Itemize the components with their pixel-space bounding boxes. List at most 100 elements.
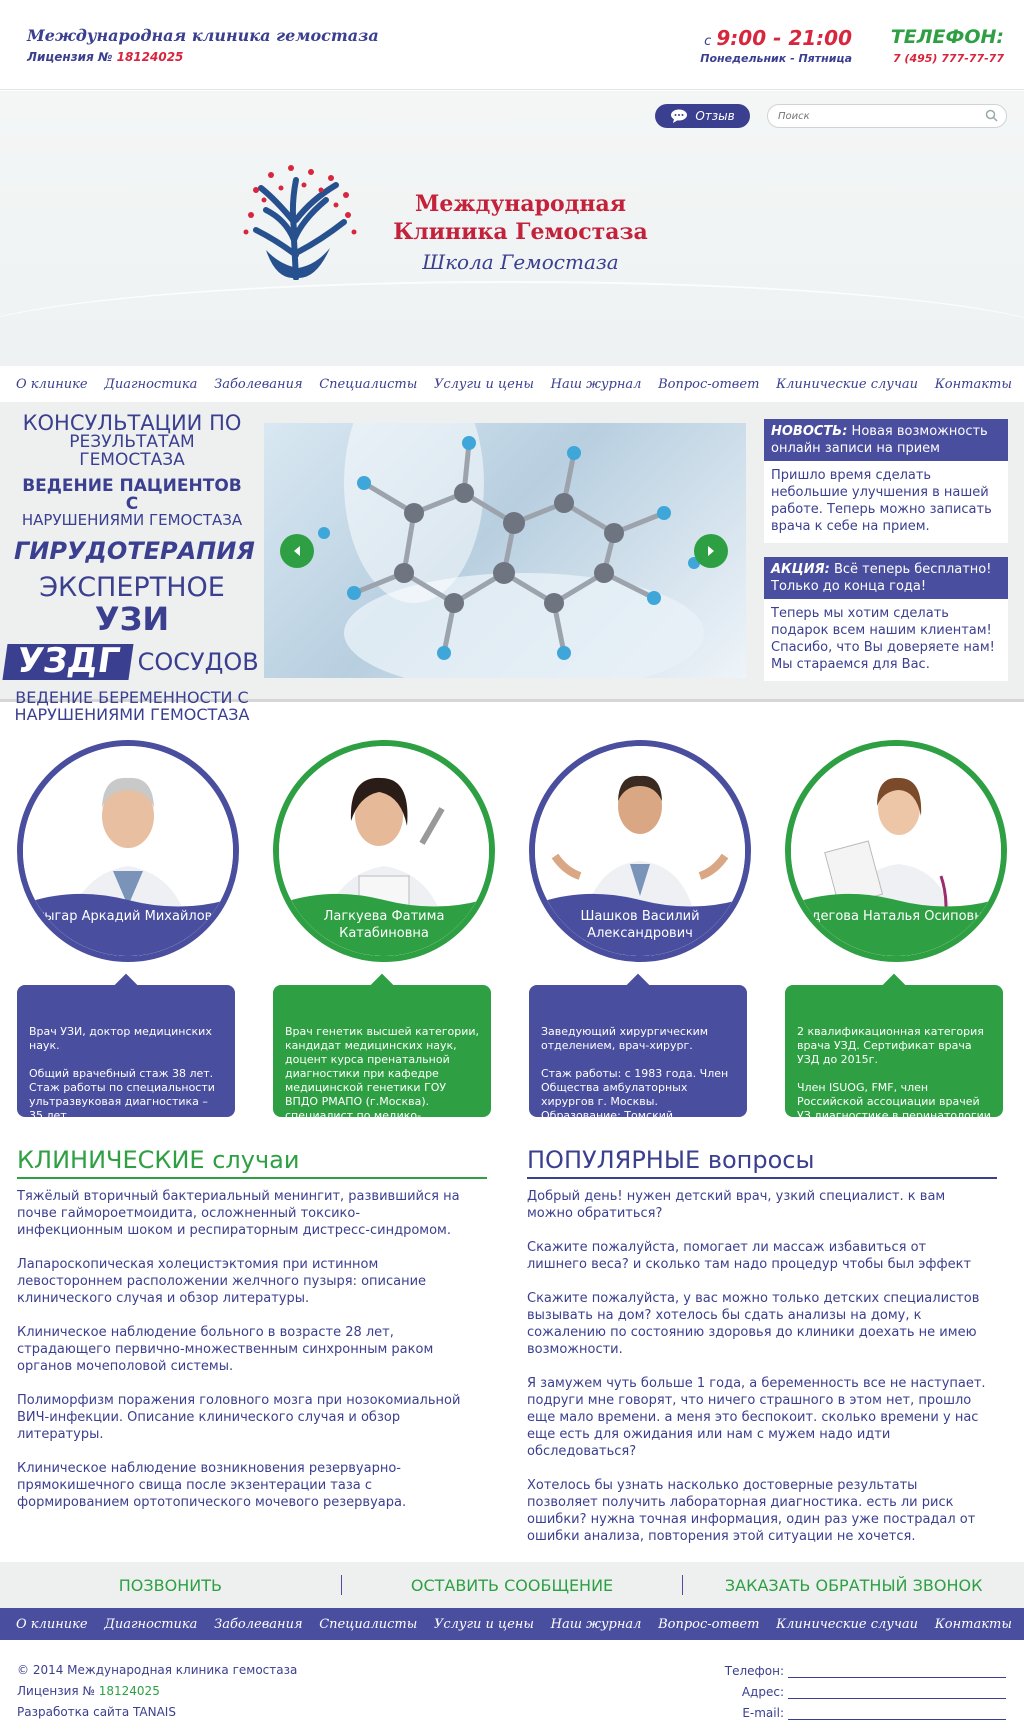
nav-item-qa[interactable]: Вопрос-ответ <box>658 1617 759 1632</box>
question-link[interactable]: Хотелось бы узнать насколько достоверные… <box>527 1477 987 1545</box>
nav-item-contacts[interactable]: Контакты <box>935 377 1012 392</box>
service-consultations[interactable]: КОНСУЛЬТАЦИИ ПО РЕЗУЛЬТАТАМ ГЕМОСТАЗА <box>14 412 250 470</box>
title-rest: вопросы <box>700 1146 815 1174</box>
phone-label: Телефон: <box>724 1664 784 1678</box>
service-tag: УЗДГ <box>2 641 135 681</box>
news-body: Пришло время сделать небольшие улучшения… <box>771 468 992 534</box>
title-rest: случаи <box>204 1146 300 1174</box>
nav-item-specialists[interactable]: Специалисты <box>319 377 417 392</box>
doctor-card-3[interactable]: Шашков Василий Александрович <box>529 740 751 962</box>
case-link[interactable]: Лапароскопическая холецистэктомия при ис… <box>17 1256 462 1307</box>
footer-license: Лицензия № 18124025 <box>17 1681 297 1702</box>
popular-questions-title: ПОПУЛЯРНЫЕ вопросы <box>527 1146 997 1179</box>
doctor-card-2[interactable]: Лагкуева Фатима Катабиновна <box>273 740 495 962</box>
logo-title: Международная Клиника Гемостаза <box>388 190 653 246</box>
services-list: КОНСУЛЬТАЦИИ ПО РЕЗУЛЬТАТАМ ГЕМОСТАЗА ВЕ… <box>2 412 259 724</box>
nav-item-cases[interactable]: Клинические случаи <box>776 377 918 392</box>
working-hours: с 9:00 - 21:00 Понедельник - Пятница <box>692 26 852 65</box>
footer-info: © 2014 Международная клиника гемостаза Л… <box>17 1660 297 1723</box>
bio-pointer <box>114 973 138 997</box>
question-link[interactable]: Я замужем чуть больше 1 года, а беременн… <box>527 1375 987 1460</box>
service-text: КОНСУЛЬТАЦИИ ПО <box>22 411 242 435</box>
doctor-bio-text: Врач УЗИ, доктор медицинских наук. Общий… <box>29 1025 215 1122</box>
leave-message-button[interactable]: ОСТАВИТЬ СООБЩЕНИЕ <box>342 1576 683 1595</box>
question-link[interactable]: Скажите пожалуйста, у вас можно только д… <box>527 1290 987 1358</box>
nav-item-services[interactable]: Услуги и цены <box>434 1617 534 1632</box>
doctor-card-4[interactable]: Одегова Наталья Осиповна <box>785 740 1007 962</box>
footer-phone-row: Телефон: <box>700 1658 1006 1678</box>
bio-pointer <box>882 973 906 997</box>
nav-item-diseases[interactable]: Заболевания <box>214 377 302 392</box>
license-number: 18124025 <box>98 1684 160 1698</box>
chat-bubble-icon <box>671 109 688 123</box>
phone-number[interactable]: 7 (495) 777-77-77 <box>870 52 1004 65</box>
doctor-card-1[interactable]: Стыгар Аркадий Михайлович <box>17 740 239 962</box>
news-header: НОВОСТЬ: Новая возможность онлайн записи… <box>764 419 1008 461</box>
nav-item-about[interactable]: О клинике <box>16 377 88 392</box>
service-doppler[interactable]: УЗДГ СОСУДОВ <box>2 641 259 681</box>
main-nav: О клинике Диагностика Заболевания Специа… <box>0 366 1024 402</box>
reviews-button[interactable]: Отзыв <box>655 104 750 128</box>
nav-item-journal[interactable]: Наш журнал <box>551 377 642 392</box>
slider-next-button[interactable] <box>694 534 728 568</box>
slider-prev-button[interactable] <box>280 534 314 568</box>
logo-subtitle: Школа Гемостаза <box>422 250 619 274</box>
service-text: НАРУШЕНИЯМИ ГЕМОСТАЗА <box>21 511 243 530</box>
copyright: © 2014 Международная клиника гемостаза <box>17 1663 298 1677</box>
nav-item-diseases[interactable]: Заболевания <box>214 1617 302 1632</box>
nav-item-services[interactable]: Услуги и цены <box>434 377 534 392</box>
logo-line-2: Клиника Гемостаза <box>393 219 648 245</box>
nav-item-cases[interactable]: Клинические случаи <box>776 1617 918 1632</box>
service-hirudotherapy[interactable]: ГИРУДОТЕРАПИЯ <box>14 538 255 564</box>
case-link[interactable]: Полиморфизм поражения головного мозга пр… <box>17 1392 462 1443</box>
doctor-bio: 2 квалификационная категория врача УЗД. … <box>785 973 1003 1136</box>
title-caps: КЛИНИЧЕСКИЕ <box>17 1146 205 1174</box>
news-body: Теперь мы хотим сделать подарок всем наш… <box>771 606 995 672</box>
service-pregnancy[interactable]: ВЕДЕНИЕ БЕРЕМЕННОСТИ С НАРУШЕНИЯМИ ГЕМОС… <box>14 689 250 724</box>
footer-address-row: Адрес: <box>700 1679 1006 1699</box>
nav-item-diagnostics[interactable]: Диагностика <box>104 377 197 392</box>
case-link[interactable]: Клиническое наблюдение возникновения рез… <box>17 1460 462 1511</box>
doctor-name: Одегова Наталья Осиповна <box>801 909 991 924</box>
phone-field <box>788 1664 1006 1678</box>
doctor-bio-text: Заведующий хирургическим отделением, вра… <box>541 1025 729 1136</box>
nav-item-about[interactable]: О клинике <box>16 1617 88 1632</box>
search-input[interactable] <box>778 108 978 124</box>
doctor-bio: Врач генетик высшей категории, кандидат … <box>273 973 491 1150</box>
service-text: СОСУДОВ <box>137 647 259 676</box>
nav-item-specialists[interactable]: Специалисты <box>319 1617 417 1632</box>
clinic-logo-icon <box>243 165 357 280</box>
question-link[interactable]: Добрый день! нужен детский врач, узкий с… <box>527 1188 987 1222</box>
popular-questions-list: Добрый день! нужен детский врач, узкий с… <box>527 1188 987 1562</box>
reviews-label: Отзыв <box>695 109 735 123</box>
service-expert-ultrasound[interactable]: ЭКСПЕРТНОЕ УЗИ <box>14 574 250 636</box>
chevron-left-icon <box>294 546 300 556</box>
nav-item-journal[interactable]: Наш журнал <box>551 1617 642 1632</box>
footer-nav: О клинике Диагностика Заболевания Специа… <box>0 1608 1024 1640</box>
doctor-name: Стыгар Аркадий Михайлович <box>27 909 229 924</box>
case-link[interactable]: Тяжёлый вторичный бактериальный менингит… <box>17 1188 462 1239</box>
license-label: Лицензия № <box>27 50 113 64</box>
call-button[interactable]: ПОЗВОНИТЬ <box>0 1576 341 1595</box>
license-line: Лицензия № 18124025 <box>27 50 183 64</box>
service-text: УЗИ <box>94 599 170 638</box>
request-callback-button[interactable]: ЗАКАЗАТЬ ОБРАТНЫЙ ЗВОНОК <box>683 1576 1024 1595</box>
developer-credit[interactable]: Разработка сайта TANAIS <box>17 1702 297 1723</box>
molecule-image <box>318 423 704 678</box>
promo-card[interactable]: АКЦИЯ: Всё теперь бесплатно! Только до к… <box>764 557 1008 681</box>
nav-item-contacts[interactable]: Контакты <box>935 1617 1012 1632</box>
case-link[interactable]: Клиническое наблюдение больного в возрас… <box>17 1324 462 1375</box>
nav-item-diagnostics[interactable]: Диагностика <box>104 1617 197 1632</box>
search-box <box>767 104 1007 128</box>
question-link[interactable]: Скажите пожалуйста, помогает ли массаж и… <box>527 1239 987 1273</box>
doctor-bio: Врач УЗИ, доктор медицинских наук. Общий… <box>17 973 235 1122</box>
cta-band: ПОЗВОНИТЬ ОСТАВИТЬ СООБЩЕНИЕ ЗАКАЗАТЬ ОБ… <box>0 1562 1024 1608</box>
search-icon[interactable] <box>985 109 998 122</box>
nav-item-qa[interactable]: Вопрос-ответ <box>658 377 759 392</box>
news-tag: АКЦИЯ: <box>771 562 830 577</box>
news-card[interactable]: НОВОСТЬ: Новая возможность онлайн записи… <box>764 419 1008 543</box>
service-text: ВЕДЕНИЕ ПАЦИЕНТОВ С <box>22 475 242 514</box>
doctor-name: Шашков Василий Александрович <box>580 909 700 941</box>
service-patient-management[interactable]: ВЕДЕНИЕ ПАЦИЕНТОВ С НАРУШЕНИЯМИ ГЕМОСТАЗ… <box>14 475 250 530</box>
email-field <box>788 1706 1006 1720</box>
